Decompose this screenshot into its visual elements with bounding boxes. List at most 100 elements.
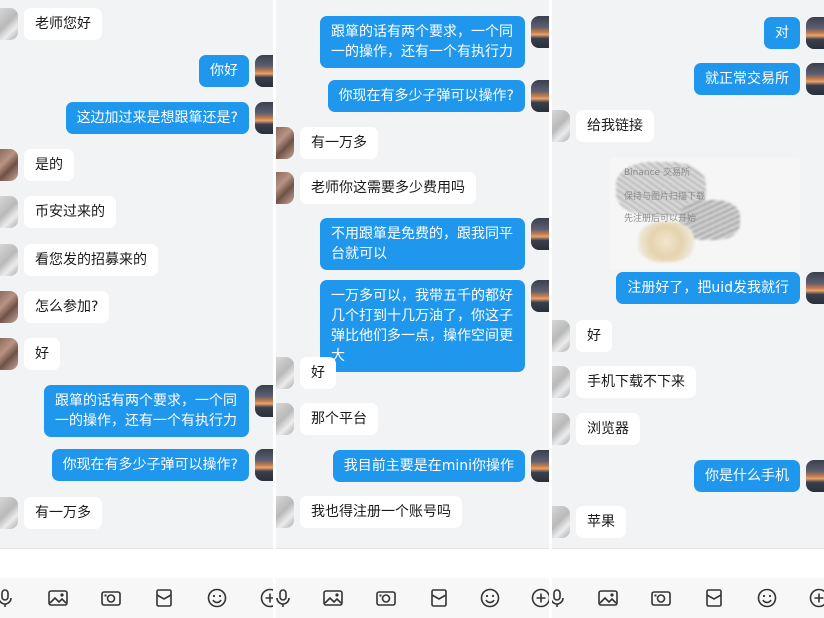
contact-avatar[interactable] bbox=[552, 413, 570, 445]
microphone-icon[interactable] bbox=[276, 587, 294, 609]
message-received: 怎么参加? bbox=[0, 291, 110, 323]
message-bubble[interactable]: 怎么参加? bbox=[24, 291, 110, 323]
contact-avatar[interactable] bbox=[0, 196, 18, 228]
contact-avatar[interactable] bbox=[276, 172, 294, 204]
message-bubble[interactable]: 注册好了，把uid发我就行 bbox=[616, 272, 800, 304]
message-received: 浏览器 bbox=[552, 413, 640, 445]
message-bubble[interactable]: 老师您好 bbox=[24, 8, 102, 40]
message-sent: 注册好了，把uid发我就行 bbox=[616, 272, 824, 304]
message-bubble[interactable]: 我目前主要是在mini你操作 bbox=[332, 450, 525, 482]
contact-avatar[interactable] bbox=[276, 496, 294, 528]
own-avatar[interactable] bbox=[806, 63, 824, 95]
message-bubble[interactable]: 好 bbox=[24, 338, 60, 370]
contact-avatar[interactable] bbox=[552, 366, 570, 398]
own-avatar[interactable] bbox=[531, 80, 549, 112]
message-input[interactable] bbox=[276, 548, 549, 578]
microphone-icon[interactable] bbox=[0, 587, 16, 609]
image-icon[interactable] bbox=[322, 587, 344, 609]
contact-avatar[interactable] bbox=[552, 506, 570, 538]
message-received: 苹果 bbox=[552, 506, 626, 538]
contact-avatar[interactable] bbox=[0, 497, 18, 529]
emoji-icon[interactable] bbox=[479, 587, 501, 609]
contact-avatar[interactable] bbox=[276, 357, 294, 389]
message-bubble[interactable]: 有一万多 bbox=[24, 497, 102, 529]
message-bubble[interactable]: 手机下载不下来 bbox=[576, 366, 696, 398]
own-avatar[interactable] bbox=[531, 450, 549, 482]
red-packet-icon[interactable] bbox=[153, 587, 175, 609]
message-bubble[interactable]: 币安过来的 bbox=[24, 196, 116, 228]
message-bubble[interactable]: 我也得注册一个账号吗 bbox=[300, 496, 462, 528]
message-bubble[interactable]: 对 bbox=[764, 17, 800, 49]
message-bubble[interactable]: 是的 bbox=[24, 149, 74, 181]
image-icon[interactable] bbox=[47, 587, 69, 609]
own-avatar[interactable] bbox=[255, 385, 273, 417]
emoji-icon[interactable] bbox=[206, 587, 228, 609]
contact-avatar[interactable] bbox=[0, 8, 18, 40]
contact-avatar[interactable] bbox=[0, 244, 18, 276]
plus-icon[interactable] bbox=[259, 587, 273, 609]
message-bubble[interactable]: 你好 bbox=[199, 55, 249, 87]
own-avatar[interactable] bbox=[531, 16, 549, 48]
message-bubble[interactable]: 给我链接 bbox=[576, 110, 654, 142]
message-received: 那个平台 bbox=[276, 403, 378, 435]
red-packet-icon[interactable] bbox=[428, 587, 450, 609]
message-sent: 一万多可以，我带五千的都好几个打到十几万油了，你这子弹比他们多一点，操作空间更大 bbox=[320, 280, 549, 372]
message-bubble[interactable]: 好 bbox=[576, 320, 612, 352]
emoji-icon[interactable] bbox=[756, 587, 778, 609]
own-avatar[interactable] bbox=[255, 55, 273, 87]
contact-avatar[interactable] bbox=[0, 338, 18, 370]
message-sent: 就正常交易所 bbox=[694, 63, 824, 95]
message-bubble[interactable]: 跟箪的话有两个要求，一个同一的操作，还有一个有执行力 bbox=[320, 16, 525, 68]
message-bubble[interactable]: 一万多可以，我带五千的都好几个打到十几万油了，你这子弹比他们多一点，操作空间更大 bbox=[320, 280, 525, 372]
message-bubble[interactable]: 苹果 bbox=[576, 506, 626, 538]
message-bubble[interactable]: 那个平台 bbox=[300, 403, 378, 435]
plus-icon[interactable] bbox=[808, 587, 824, 609]
plus-icon[interactable] bbox=[530, 587, 549, 609]
screenshot-text: 保持与图片扫描下载 bbox=[624, 192, 706, 202]
message-bubble[interactable]: 老师你这需要多少费用吗 bbox=[300, 172, 476, 204]
contact-avatar[interactable] bbox=[0, 149, 18, 181]
own-avatar[interactable] bbox=[531, 280, 549, 312]
message-bubble[interactable]: 好 bbox=[300, 357, 336, 389]
message-bubble[interactable]: 你现在有多少子弹可以操作? bbox=[51, 449, 249, 481]
message-bubble[interactable]: 有一万多 bbox=[300, 127, 378, 159]
red-packet-icon[interactable] bbox=[703, 587, 725, 609]
message-bubble[interactable]: 你现在有多少子弹可以操作? bbox=[327, 80, 525, 112]
own-avatar[interactable] bbox=[255, 102, 273, 134]
message-bubble[interactable]: 不用跟箪是免费的，跟我同平台就可以 bbox=[320, 218, 525, 270]
contact-avatar[interactable] bbox=[276, 403, 294, 435]
camera-icon[interactable] bbox=[375, 587, 397, 609]
message-list: 老师您好 你好 这边加过来是想跟箪还是? 是的 币安过来的 看您发的招募来的 怎… bbox=[0, 0, 273, 548]
image-icon[interactable] bbox=[597, 587, 619, 609]
message-input[interactable] bbox=[552, 548, 824, 578]
message-received: 手机下载不下来 bbox=[552, 366, 696, 398]
microphone-icon[interactable] bbox=[552, 587, 568, 609]
message-bubble[interactable]: 看您发的招募来的 bbox=[24, 244, 158, 276]
own-avatar[interactable] bbox=[806, 17, 824, 49]
message-sent: 我目前主要是在mini你操作 bbox=[332, 450, 549, 482]
message-received: 有一万多 bbox=[276, 127, 378, 159]
chat-toolbar bbox=[0, 578, 273, 618]
message-bubble[interactable]: 这边加过来是想跟箪还是? bbox=[65, 102, 249, 134]
message-sent: 跟箪的话有两个要求，一个同一的操作，还有一个有执行力 bbox=[320, 16, 549, 68]
message-bubble[interactable]: 跟箪的话有两个要求，一个同一的操作，还有一个有执行力 bbox=[44, 385, 249, 437]
camera-icon[interactable] bbox=[100, 587, 122, 609]
message-received: 好 bbox=[276, 357, 336, 389]
contact-avatar[interactable] bbox=[276, 127, 294, 159]
shared-screenshot-image[interactable]: Binance 交易所 保持与图片扫描下载 先注册后可以开始 bbox=[610, 158, 800, 270]
own-avatar[interactable] bbox=[255, 449, 273, 481]
screenshot-text: 先注册后可以开始 bbox=[624, 214, 697, 224]
camera-icon[interactable] bbox=[650, 587, 672, 609]
own-avatar[interactable] bbox=[531, 218, 549, 250]
message-input[interactable] bbox=[0, 548, 273, 578]
own-avatar[interactable] bbox=[806, 460, 824, 492]
contact-avatar[interactable] bbox=[552, 110, 570, 142]
message-bubble[interactable]: 浏览器 bbox=[576, 413, 640, 445]
contact-avatar[interactable] bbox=[552, 320, 570, 352]
message-sent: 跟箪的话有两个要求，一个同一的操作，还有一个有执行力 bbox=[44, 385, 273, 437]
own-avatar[interactable] bbox=[806, 272, 824, 304]
message-bubble[interactable]: 你是什么手机 bbox=[694, 460, 800, 492]
chat-panel-2: 跟箪的话有两个要求，一个同一的操作，还有一个有执行力 你现在有多少子弹可以操作?… bbox=[276, 0, 549, 618]
message-bubble[interactable]: 就正常交易所 bbox=[694, 63, 800, 95]
contact-avatar[interactable] bbox=[0, 291, 18, 323]
